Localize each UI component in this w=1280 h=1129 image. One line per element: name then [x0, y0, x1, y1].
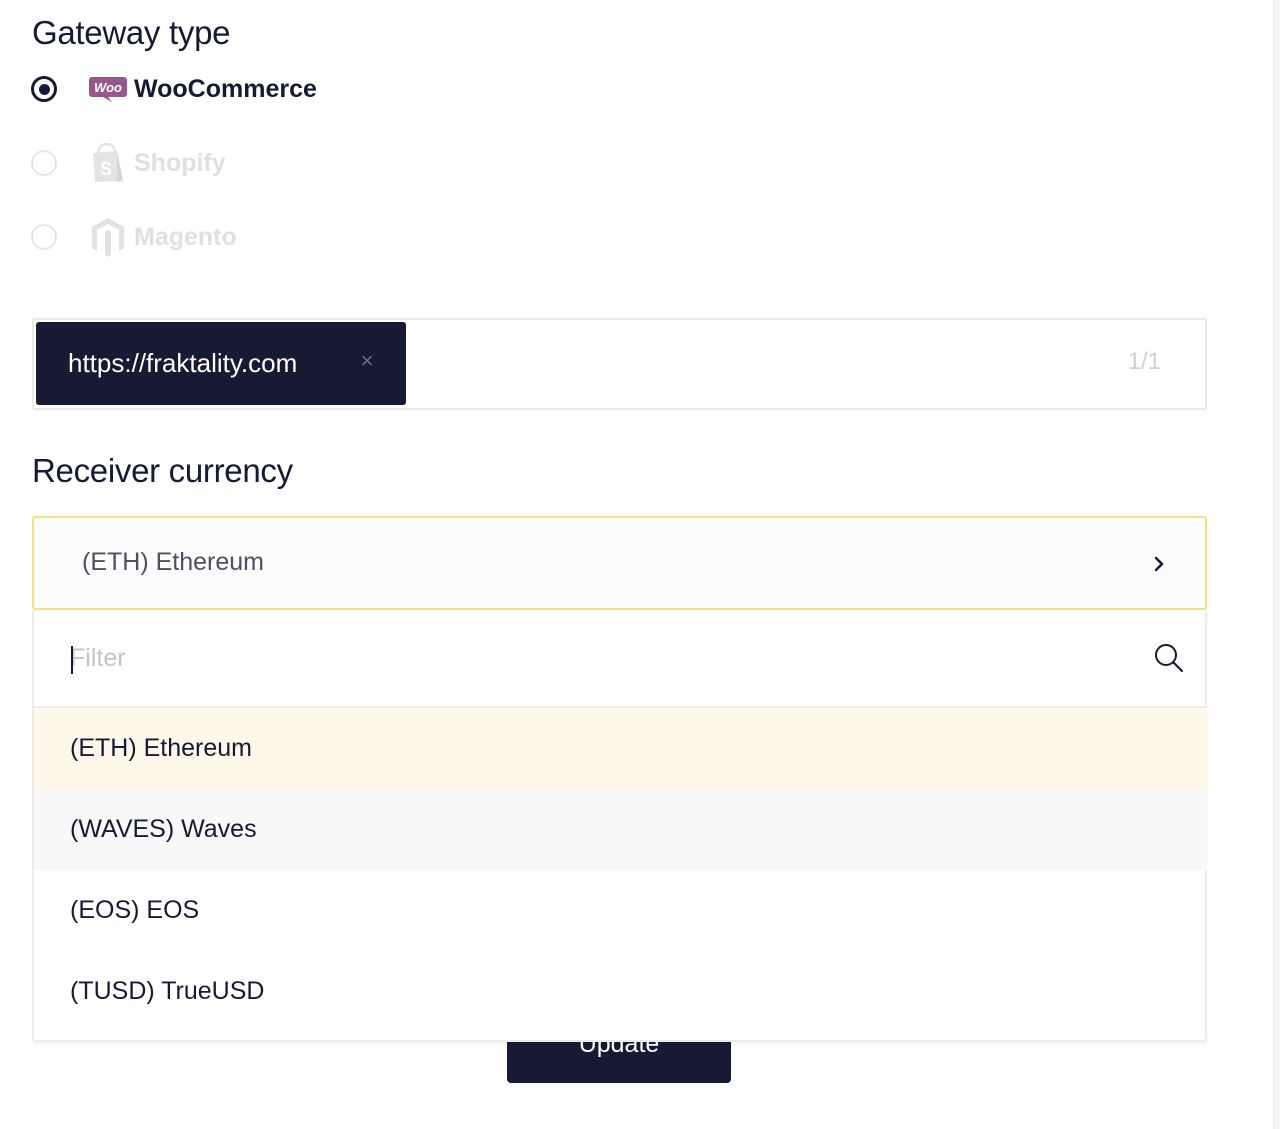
shopify-radio[interactable] — [31, 150, 57, 176]
currency-option-waves[interactable]: (WAVES) Waves — [34, 789, 1207, 870]
gateway-label: Shopify — [134, 148, 226, 177]
close-icon[interactable]: × — [356, 350, 378, 372]
receiver-currency-heading: Receiver currency — [32, 452, 293, 489]
currency-option-eos[interactable]: (EOS) EOS — [34, 870, 1207, 951]
gateway-option-shopify[interactable]: S Shopify — [31, 143, 226, 182]
gateway-type-heading: Gateway type — [32, 14, 231, 51]
text-caret — [71, 646, 73, 674]
search-icon[interactable] — [1153, 642, 1185, 674]
gateway-label: Magento — [134, 222, 237, 251]
shopify-logo-text: S — [100, 159, 112, 179]
currency-option-tusd[interactable]: (TUSD) TrueUSD — [34, 951, 1207, 1032]
filter-row — [34, 610, 1207, 708]
gateway-option-woocommerce[interactable]: Woo WooCommerce — [31, 73, 317, 105]
receiver-currency-select[interactable]: (ETH) Ethereum — [32, 516, 1207, 610]
gateway-label: WooCommerce — [134, 74, 317, 103]
url-tag-text: https://fraktality.com — [68, 348, 298, 378]
site-url-tags-input[interactable]: https://fraktality.com × 1/1 — [32, 318, 1207, 410]
page: Gateway type Woo WooCommerce S Shopify M… — [0, 0, 1280, 1129]
chevron-right-icon — [1154, 556, 1164, 572]
woocommerce-radio[interactable] — [31, 76, 57, 102]
gateway-option-magento[interactable]: Magento — [31, 218, 237, 257]
scrollbar[interactable] — [1273, 0, 1280, 1129]
filter-input[interactable] — [70, 636, 1120, 680]
woocommerce-logo-text: Woo — [94, 80, 122, 95]
magento-radio[interactable] — [31, 224, 57, 250]
currency-dropdown: (ETH) Ethereum (WAVES) Waves (EOS) EOS (… — [32, 610, 1207, 1042]
currency-option-eth[interactable]: (ETH) Ethereum — [34, 708, 1207, 789]
currency-option-list: (ETH) Ethereum (WAVES) Waves (EOS) EOS (… — [34, 708, 1207, 1032]
magento-logo-icon — [88, 218, 128, 257]
url-count: 1/1 — [1127, 348, 1161, 375]
shopify-logo-icon: S — [88, 143, 128, 182]
url-tag: https://fraktality.com × — [36, 322, 406, 405]
selected-currency: (ETH) Ethereum — [82, 548, 264, 576]
woocommerce-logo-icon: Woo — [88, 71, 128, 107]
